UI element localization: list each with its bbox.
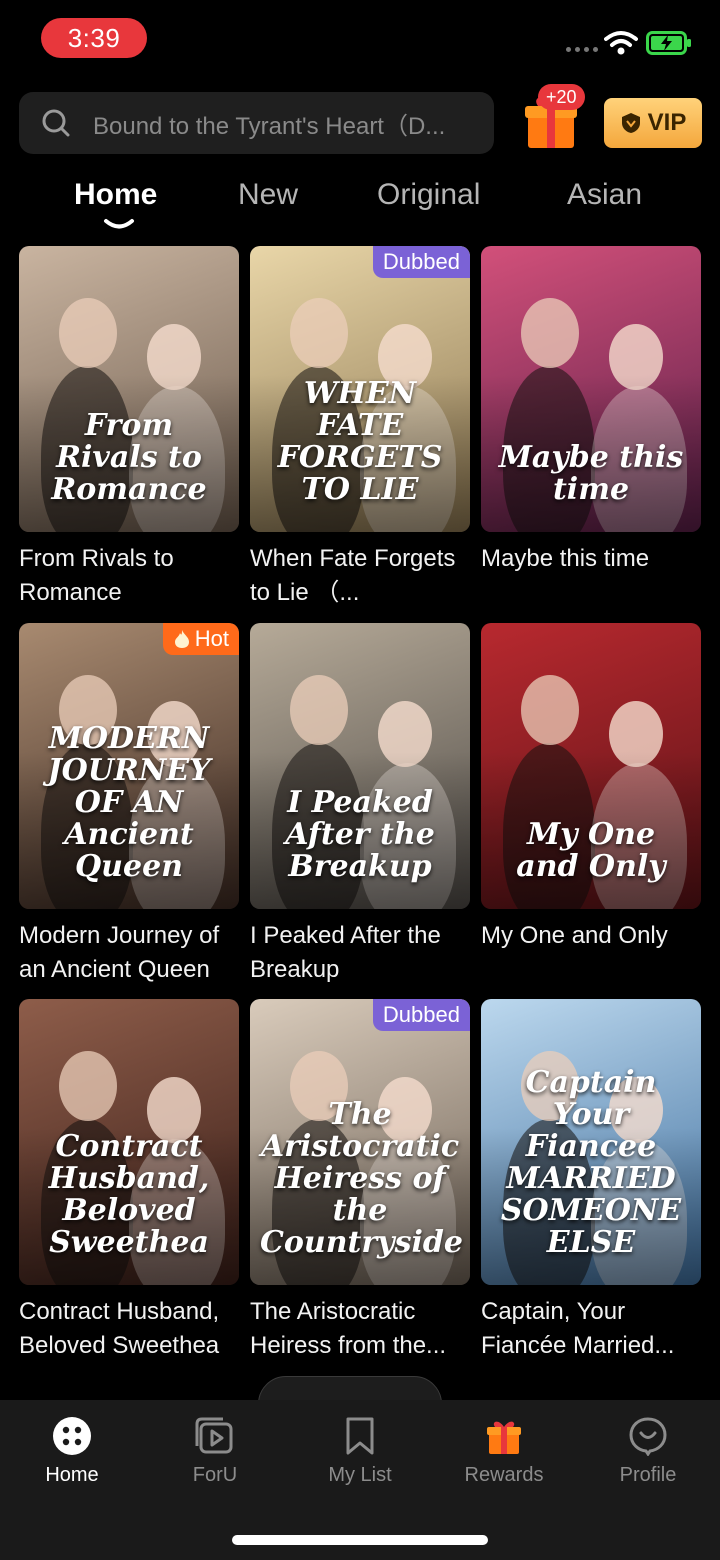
wifi-icon — [604, 31, 638, 55]
badge-label: Dubbed — [382, 1002, 460, 1027]
drama-title[interactable]: I Peaked After the Breakup — [250, 919, 470, 987]
nav-home[interactable]: Home — [12, 1416, 132, 1487]
profile-icon — [629, 1417, 667, 1456]
drama-title[interactable]: My One and Only — [481, 919, 701, 987]
search-placeholder: Bound to the Tyrant's Heart（D... — [93, 112, 446, 140]
drama-poster[interactable]: From Rivals to Romance — [19, 246, 239, 532]
drama-card[interactable]: WHEN FATE FORGETS TO LIE Dubbed When Fate … — [250, 246, 470, 610]
tab-asian[interactable]: Asian — [567, 178, 642, 212]
vip-button[interactable]: VIP — [604, 98, 702, 148]
home-icon — [53, 1417, 91, 1455]
poster-title-art: WHEN FATE FORGETS TO LIE — [277, 376, 443, 507]
drama-poster[interactable]: The Aristocratic Heiress of the Countrys… — [250, 999, 470, 1285]
gift-icon — [487, 1421, 521, 1454]
nav-profile[interactable]: Profile — [588, 1416, 708, 1487]
dubbed-badge: Dubbed — [372, 999, 470, 1031]
drama-title[interactable]: Contract Husband, Beloved Sweethea — [19, 1295, 239, 1363]
vip-shield-icon — [621, 113, 640, 133]
drama-title[interactable]: When Fate Forgets to Lie （... — [250, 542, 470, 610]
active-tab-indicator — [104, 219, 134, 229]
badge-label: Hot — [194, 626, 229, 651]
home-indicator — [232, 1535, 488, 1545]
nav-my-list[interactable]: My List — [300, 1416, 420, 1487]
status-bar: 3:39 — [0, 0, 720, 80]
poster-title-art: From Rivals to Romance — [51, 408, 207, 507]
drama-poster[interactable]: WHEN FATE FORGETS TO LIE Dubbed — [250, 246, 470, 532]
tab-original[interactable]: Original — [377, 178, 480, 212]
drama-card[interactable]: From Rivals to Romance From Rivals to Rom… — [19, 246, 239, 610]
drama-poster[interactable]: Maybe this time — [481, 246, 701, 532]
poster-title-art: Contract Husband, Beloved Sweethea — [48, 1129, 210, 1260]
drama-poster[interactable]: I Peaked After the Breakup — [250, 623, 470, 909]
status-time: 3:39 — [41, 18, 147, 58]
drama-title[interactable]: Modern Journey of an Ancient Queen — [19, 919, 239, 987]
dubbed-badge: Dubbed — [372, 246, 470, 278]
nav-home-label: Home — [45, 1464, 99, 1486]
poster-title-art: MODERN JOURNEY OF AN Ancient Queen — [47, 721, 211, 884]
nav-foru[interactable]: ForU — [155, 1416, 275, 1487]
poster-title-art: The Aristocratic Heiress of the Countrys… — [260, 1097, 463, 1260]
tab-new[interactable]: New — [238, 178, 298, 212]
search-icon — [42, 109, 70, 137]
drama-card[interactable]: MODERN JOURNEY OF AN Ancient Queen Hot Mod… — [19, 623, 239, 987]
drama-poster[interactable]: Captain Your Fiancee MARRIED SOMEONE ELS… — [481, 999, 701, 1285]
drama-poster[interactable]: MODERN JOURNEY OF AN Ancient Queen Hot — [19, 623, 239, 909]
drama-card[interactable]: I Peaked After the Breakup I Peaked After… — [250, 623, 470, 987]
nav-rewards-label: Rewards — [464, 1464, 544, 1486]
nav-profile-label: Profile — [619, 1464, 677, 1486]
poster-title-art: My One and Only — [516, 817, 666, 884]
battery-icon — [646, 31, 691, 55]
drama-title[interactable]: The Aristocratic Heiress from the... — [250, 1295, 470, 1363]
signal-icon — [566, 47, 598, 52]
search-input[interactable]: Bound to the Tyrant's Heart（D... — [19, 92, 494, 154]
badge-label: Dubbed — [382, 249, 460, 274]
poster-title-art: Captain Your Fiancee MARRIED SOMEONE ELS… — [500, 1065, 682, 1260]
drama-poster[interactable]: Contract Husband, Beloved Sweethea — [19, 999, 239, 1285]
poster-title-art: Maybe this time — [498, 440, 684, 507]
drama-card[interactable]: Contract Husband, Beloved Sweethea Contra… — [19, 999, 239, 1363]
drama-card[interactable]: Captain Your Fiancee MARRIED SOMEONE ELS… — [481, 999, 701, 1363]
nav-foru-label: ForU — [192, 1464, 238, 1486]
poster-title-art: I Peaked After the Breakup — [285, 785, 435, 884]
drama-card[interactable]: The Aristocratic Heiress of the Countrys… — [250, 999, 470, 1363]
gift-badge: +20 — [538, 84, 585, 110]
drama-card[interactable]: My One and Only My One and Only — [481, 623, 701, 987]
drama-title[interactable]: Maybe this time — [481, 542, 701, 610]
drama-poster[interactable]: My One and Only — [481, 623, 701, 909]
bookmark-icon — [346, 1417, 374, 1455]
nav-rewards[interactable]: Rewards — [444, 1416, 564, 1487]
nav-my-list-label: My List — [328, 1464, 392, 1486]
app-screen: 3:39 Bound to the Tyrant's Heart（D... +2… — [0, 0, 720, 1560]
vip-label: VIP — [647, 109, 687, 136]
hot-badge: Hot — [162, 623, 239, 655]
drama-title[interactable]: Captain, Your Fiancée Married... — [481, 1295, 701, 1363]
drama-title[interactable]: From Rivals to Romance — [19, 542, 239, 610]
fire-icon — [174, 630, 189, 648]
drama-card[interactable]: Maybe this time Maybe this time — [481, 246, 701, 610]
tab-home[interactable]: Home — [74, 178, 157, 212]
bottom-nav: Home ForU My List Rewards Profile — [0, 1400, 720, 1560]
foru-icon — [195, 1417, 233, 1454]
